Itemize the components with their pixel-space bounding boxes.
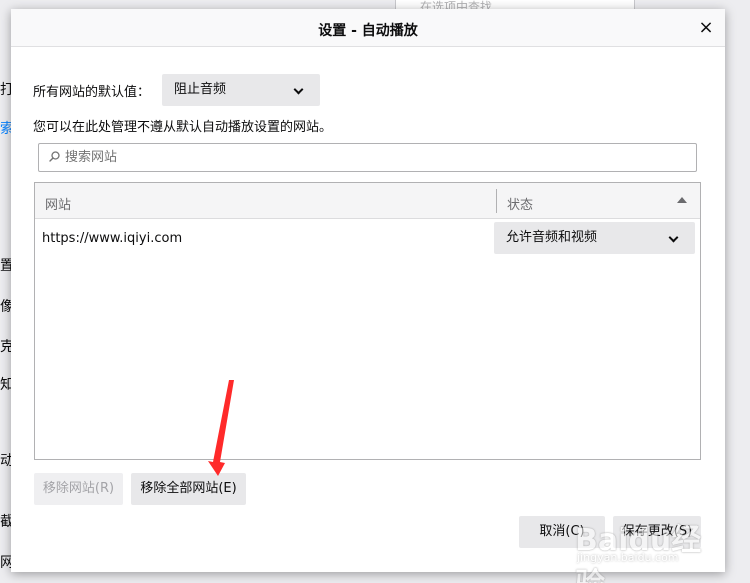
dialog-header: 设置 - 自动播放 × bbox=[11, 9, 725, 47]
description-text: 您可以在此处管理不遵从默认自动播放设置的网站。 bbox=[33, 120, 333, 135]
search-websites-input[interactable] bbox=[65, 144, 685, 171]
default-autoplay-value: 阻止音频 bbox=[174, 82, 227, 97]
autoplay-settings-dialog: 设置 - 自动播放 × 所有网站的默认值： 阻止音频 您可以在此处管理不遵从默认… bbox=[11, 9, 725, 572]
websites-table: 网站 状态 https://www.iqiyi.com 允许音频和视频 bbox=[34, 182, 701, 460]
search-websites-box[interactable] bbox=[38, 143, 697, 172]
row-status-value: 允许音频和视频 bbox=[506, 230, 598, 245]
row-status-select[interactable]: 允许音频和视频 bbox=[494, 222, 695, 254]
row-website: https://www.iqiyi.com bbox=[42, 231, 183, 246]
chevron-down-icon bbox=[668, 232, 679, 243]
dialog-title: 设置 - 自动播放 bbox=[318, 23, 418, 39]
close-icon[interactable]: × bbox=[695, 17, 717, 39]
default-setting-label: 所有网站的默认值： bbox=[33, 85, 151, 100]
table-row[interactable]: https://www.iqiyi.com 允许音频和视频 bbox=[35, 220, 700, 256]
default-autoplay-select[interactable]: 阻止音频 bbox=[162, 74, 320, 106]
column-divider[interactable] bbox=[496, 189, 497, 213]
save-changes-button[interactable]: 保存更改(S) bbox=[613, 516, 701, 548]
table-header: 网站 状态 bbox=[35, 183, 700, 219]
search-icon bbox=[49, 151, 60, 162]
chevron-down-icon bbox=[293, 84, 304, 95]
remove-site-button[interactable]: 移除网站(R) bbox=[34, 473, 123, 505]
sort-ascending-icon[interactable] bbox=[677, 197, 687, 203]
cancel-button[interactable]: 取消(C) bbox=[519, 516, 605, 548]
column-header-website[interactable]: 网站 bbox=[45, 194, 71, 213]
column-header-status[interactable]: 状态 bbox=[507, 194, 533, 213]
remove-all-sites-button[interactable]: 移除全部网站(E) bbox=[131, 473, 246, 505]
